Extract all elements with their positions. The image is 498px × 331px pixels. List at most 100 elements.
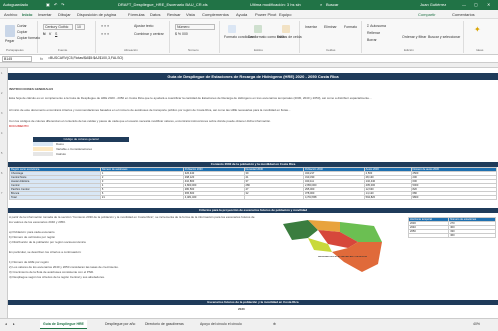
font-family-select[interactable]: Century Gothic [43, 24, 73, 30]
menu-item[interactable]: Fórmulas [128, 12, 145, 17]
copy-button[interactable]: Copiar [17, 30, 27, 34]
saved-status: Ultima modificación: 3 hs sin [250, 2, 301, 7]
menu-item[interactable]: Power Pivot [255, 12, 276, 17]
table-cell[interactable]: 4,481,460 [182, 195, 245, 200]
align-icon[interactable]: ≡ ≡ ≡ [101, 24, 109, 28]
paste-button[interactable]: Pegar [5, 39, 14, 43]
row-number: 1 [1, 72, 3, 75]
share-button[interactable]: Compartir [418, 12, 436, 17]
autosave-label[interactable]: Autoguardado [3, 2, 28, 7]
table-format-icon[interactable] [254, 25, 262, 33]
editing-group: Σ Autosuma Rellenar Borrar Ordenar y fil… [364, 21, 464, 53]
worksheet[interactable]: Guía de Despliegue de Estaciones de Reca… [8, 68, 498, 318]
bold-button[interactable]: N [43, 32, 46, 36]
menu-item[interactable]: Insertar [38, 12, 52, 17]
comments-button[interactable]: Comentarios [452, 12, 475, 17]
table-cell[interactable]: 9800 [410, 195, 498, 200]
align-icon[interactable]: ≡ ≡ ≡ [101, 32, 109, 36]
underline-button[interactable]: S [55, 32, 57, 36]
document-link[interactable]: DOCUMENTO [9, 124, 29, 128]
menu-item[interactable]: Archivo [4, 12, 17, 17]
cell-styles-button[interactable]: Estilos de celda [277, 35, 302, 39]
menu-item[interactable]: Dibujar [58, 12, 71, 17]
intro-paragraph: Al inicio de este documento encontrará c… [9, 108, 291, 112]
search-icon[interactable]: ⌕ [320, 2, 322, 7]
format-painter-button[interactable]: Copiar formato [17, 36, 40, 40]
format-cells-button[interactable]: Formato [344, 25, 357, 29]
search-box[interactable]: Buscar [326, 2, 338, 7]
autosum-button[interactable]: Σ Autosuma [367, 24, 386, 28]
sheet-tab-bar: ◂ ▸ Guía de Despliegue HRE Despliegue po… [0, 318, 498, 331]
table-cell[interactable] [407, 233, 450, 238]
menu-bar: Archivo Inicio Insertar Dibujar Disposic… [0, 10, 498, 19]
italic-button[interactable]: K [49, 32, 51, 36]
table-cell[interactable]: 360 [448, 233, 496, 238]
table-cell[interactable]: 4,703,658 [302, 195, 365, 200]
currency-icon[interactable]: $ % 000 [175, 32, 188, 36]
fill-button[interactable]: Rellenar [367, 31, 380, 35]
paste-icon[interactable] [5, 25, 15, 37]
tab-apoyo[interactable]: Apoyo del círculo el círculo [197, 320, 245, 329]
costa-rica-map [283, 220, 382, 272]
fx-icon[interactable]: fx [40, 56, 43, 61]
number-format-select[interactable]: Número [175, 24, 215, 30]
font-size-select[interactable]: 10 [75, 24, 85, 30]
add-sheet-icon[interactable]: ⊕ [270, 320, 279, 329]
ribbon: Pegar Cortar Copiar Copiar formato Porta… [0, 19, 498, 55]
menu-item[interactable]: Datos [150, 12, 160, 17]
title-bar: Autoguardado ▣ ↶ ↷ DRAFT_Despliegue_HRE_… [0, 0, 498, 10]
minimize-icon[interactable]: — [462, 2, 466, 7]
group-label: Número [188, 48, 199, 52]
row-number: 5 [1, 152, 3, 155]
wrap-text-button[interactable]: Ajustar texto [134, 24, 153, 28]
row-number: 6 [1, 172, 3, 175]
menu-item[interactable]: Ayuda [236, 12, 247, 17]
menu-item[interactable]: Complementos [202, 12, 229, 17]
menu-item[interactable]: Disposición de página [77, 12, 116, 17]
tab-despliegue[interactable]: Despliegue por año [102, 320, 138, 329]
menu-item[interactable]: Inicio [22, 12, 32, 17]
criteria-title: Criterios para la proyección de escenari… [8, 208, 498, 213]
delete-cells-button[interactable]: Eliminar [324, 25, 337, 29]
table-cell[interactable]: Total [9, 195, 101, 200]
legend-item: Variable o Consideraciones [56, 147, 93, 151]
clear-button[interactable]: Borrar [367, 38, 377, 42]
menu-item[interactable]: Vista [186, 12, 195, 17]
undo-icon[interactable]: ↶ [54, 2, 57, 7]
user-name[interactable]: Juan Gutiérrez [420, 2, 446, 7]
maximize-icon[interactable]: ▢ [474, 2, 478, 7]
intro-paragraph: Esta hoja de cálculo es un complemento a… [9, 96, 372, 100]
formula-bar: B145 fx =BUSCARV(C5,Flotas!$A$5:$AJ$100,… [0, 55, 498, 63]
tab-scroll-left[interactable]: ◂ [2, 320, 10, 329]
cells-group: Insertar Eliminar Formato Celdas [302, 21, 362, 53]
tab-scroll-right[interactable]: ▸ [10, 320, 18, 329]
criteria-line: 4) Despliegue según los criterios de la … [9, 275, 105, 279]
name-box[interactable]: B145 [2, 56, 32, 62]
table-cell[interactable]: 594,820 [363, 195, 412, 200]
table-row[interactable]: Total 21 4,481,460 4,703,658 594,820 9800 [9, 195, 498, 200]
group-label: Fuente [58, 48, 68, 52]
save-icon[interactable]: ▣ [46, 2, 50, 7]
merge-center-button[interactable]: Combinar y centrar [134, 32, 164, 36]
find-select-button[interactable]: Buscar y seleccionar [428, 35, 460, 39]
lightbulb-icon[interactable]: ✦ [474, 25, 481, 34]
formula-input[interactable]: =BUSCARV(C5,Flotas!$A$5:$AJ$100,3,FALSO) [48, 56, 123, 60]
tab-guia[interactable]: Guía de Despliegue HRE [40, 320, 87, 329]
cut-button[interactable]: Cortar [17, 24, 27, 28]
table-cell[interactable]: 21 [99, 195, 184, 200]
close-icon[interactable]: ✕ [487, 2, 490, 7]
ideas-button[interactable]: Ideas [476, 48, 483, 52]
table-row[interactable]: 360 [407, 233, 496, 238]
menu-item[interactable]: Revisar [167, 12, 181, 17]
zoom-level[interactable]: 40% [470, 320, 483, 329]
row-headers[interactable]: 1 2 3 4 5 6 7 [0, 68, 8, 318]
table-cell[interactable] [243, 195, 304, 200]
menu-item[interactable]: Equipo [279, 12, 291, 17]
redo-icon[interactable]: ↷ [61, 2, 64, 7]
conditional-format-icon[interactable] [228, 25, 236, 33]
legend-swatch [33, 142, 53, 146]
insert-cells-button[interactable]: Insertar [305, 25, 317, 29]
sort-filter-button[interactable]: Ordenar y filtrar [402, 35, 426, 39]
cell-styles-icon[interactable] [282, 25, 290, 33]
tab-directorio[interactable]: Directorio de gasolineras [142, 320, 187, 329]
